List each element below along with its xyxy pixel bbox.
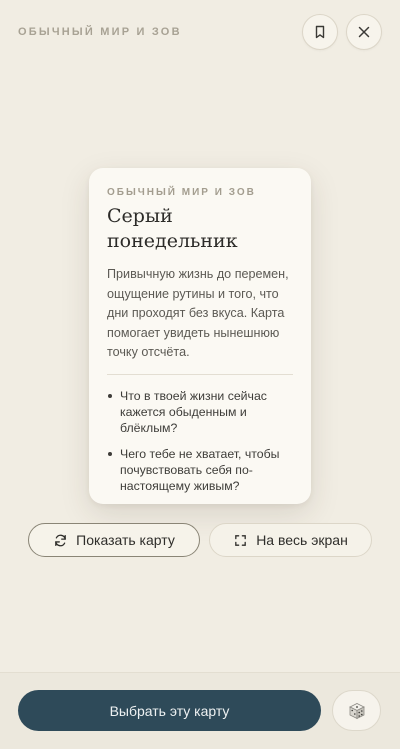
- show-card-label: Показать карту: [76, 532, 175, 548]
- deck-section-title: ОБЫЧНЫЙ МИР И ЗОВ: [18, 26, 182, 38]
- bookmark-button[interactable]: [302, 14, 338, 50]
- list-item: Что в твоей жизни сейчас кажется обыденн…: [107, 388, 297, 436]
- card-description: Привычную жизнь до перемен, ощущение рут…: [107, 267, 289, 359]
- card-questions: Что в твоей жизни сейчас кажется обыденн…: [107, 388, 297, 504]
- list-item: Чего тебе не хватает, чтобы почувствоват…: [107, 446, 297, 494]
- fullscreen-button[interactable]: На весь экран: [209, 523, 372, 557]
- choose-card-label: Выбрать эту карту: [109, 702, 230, 719]
- choose-card-button[interactable]: Выбрать эту карту: [18, 690, 321, 731]
- random-card-button[interactable]: [332, 690, 381, 731]
- show-card-button[interactable]: Показать карту: [28, 523, 200, 557]
- fullscreen-icon: [235, 534, 247, 546]
- refresh-icon: [55, 534, 66, 546]
- card-category: ОБЫЧНЫЙ МИР И ЗОВ: [107, 187, 256, 198]
- card[interactable]: ОБЫЧНЫЙ МИР И ЗОВ Серый понедельник Прив…: [89, 168, 311, 504]
- top-bar: ОБЫЧНЫЙ МИР И ЗОВ: [0, 0, 400, 66]
- close-button[interactable]: [346, 14, 382, 50]
- card-divider: [107, 374, 293, 375]
- fullscreen-label: На весь экран: [256, 532, 348, 548]
- dice-icon: [348, 702, 365, 719]
- close-icon: [358, 26, 370, 38]
- card-title: Серый понедельник: [107, 205, 238, 252]
- bottom-bar: Выбрать эту карту: [0, 672, 400, 749]
- bookmark-icon: [315, 25, 325, 39]
